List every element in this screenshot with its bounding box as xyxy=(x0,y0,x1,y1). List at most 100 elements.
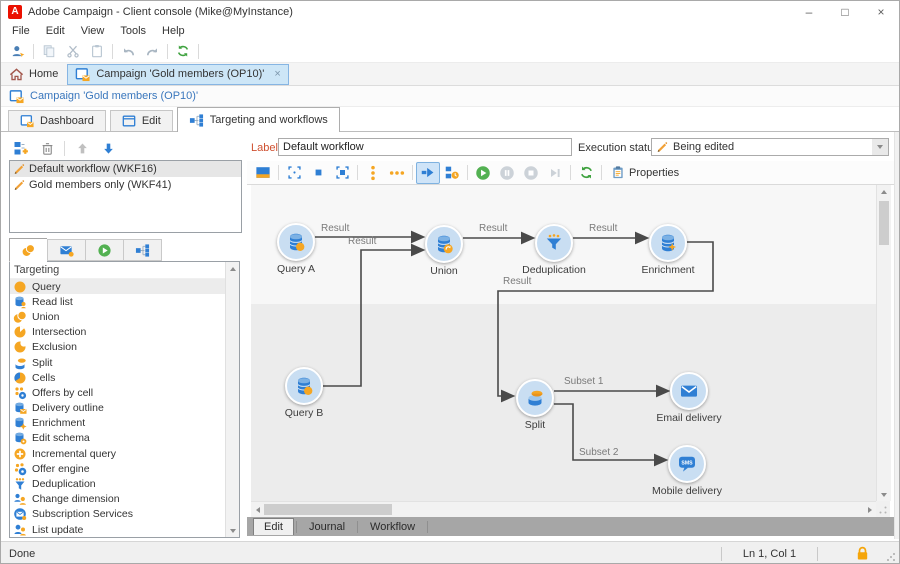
zoom-100-button[interactable] xyxy=(306,162,330,184)
maximize-button[interactable]: □ xyxy=(827,1,863,22)
delete-workflow-button[interactable] xyxy=(35,137,59,159)
palette-item[interactable]: Delivery outline xyxy=(10,401,239,416)
tab-close-icon[interactable]: × xyxy=(274,68,280,80)
schedule-button[interactable] xyxy=(440,162,464,184)
palette-category-header: Targeting xyxy=(10,262,239,279)
workflow-item-label: Default workflow (WKF16) xyxy=(29,163,157,175)
chevron-down-icon[interactable] xyxy=(872,139,888,155)
palette-item[interactable]: List update xyxy=(10,522,239,537)
add-workflow-button[interactable] xyxy=(9,137,33,159)
zoom-fit-button[interactable] xyxy=(282,162,306,184)
node-union[interactable] xyxy=(425,225,463,263)
scroll-left-icon[interactable] xyxy=(251,503,264,516)
workflow-list-item[interactable]: Gold members only (WKF41) xyxy=(10,177,241,193)
tab-targeting-and-workflows[interactable]: Targeting and workflows xyxy=(177,107,340,132)
palette-item[interactable]: Query xyxy=(10,279,239,294)
step-button[interactable] xyxy=(543,162,567,184)
scrollbar-thumb[interactable] xyxy=(879,201,889,245)
toolbar-separator xyxy=(570,165,571,180)
pause-icon xyxy=(499,165,515,181)
canvas-vertical-scrollbar[interactable] xyxy=(876,185,891,501)
node-email-delivery[interactable] xyxy=(670,372,708,410)
redo-button[interactable] xyxy=(140,40,164,62)
zoom-selection-button[interactable] xyxy=(330,162,354,184)
workflow-list-item[interactable]: Default workflow (WKF16) xyxy=(10,161,241,177)
offer-engine-icon xyxy=(13,462,27,476)
palette-item[interactable]: Edit schema xyxy=(10,431,239,446)
scroll-up-icon[interactable] xyxy=(877,185,890,198)
deduplication-icon xyxy=(13,477,27,491)
start-button[interactable] xyxy=(471,162,495,184)
palette-item[interactable]: Exclusion xyxy=(10,340,239,355)
palette-item[interactable]: Offer engine xyxy=(10,461,239,476)
menu-help[interactable]: Help xyxy=(154,24,193,38)
workflow-label-input[interactable] xyxy=(278,138,572,156)
undo-button[interactable] xyxy=(116,40,140,62)
node-mobile-delivery[interactable]: SMS xyxy=(668,445,706,483)
paste-button[interactable] xyxy=(85,40,109,62)
minimize-button[interactable]: – xyxy=(791,1,827,22)
bottom-tab-journal[interactable]: Journal xyxy=(299,520,355,534)
palette-item[interactable]: Incremental query xyxy=(10,446,239,461)
move-up-button[interactable] xyxy=(70,137,94,159)
cut-button[interactable] xyxy=(61,40,85,62)
menu-view[interactable]: View xyxy=(73,24,113,38)
node-split[interactable] xyxy=(516,379,554,417)
home-tab[interactable]: Home xyxy=(6,67,67,82)
palette-tab-execution[interactable] xyxy=(85,239,123,261)
menu-edit[interactable]: Edit xyxy=(38,24,73,38)
close-button[interactable]: × xyxy=(863,1,899,22)
outer-scrollbar-gutter[interactable] xyxy=(894,132,900,539)
display-mode-button[interactable] xyxy=(251,162,275,184)
tab-edit[interactable]: Edit xyxy=(110,110,173,131)
node-query-a[interactable] xyxy=(277,223,315,261)
bottom-tab-edit[interactable]: Edit xyxy=(253,518,294,535)
activity-palette: Targeting Query Read list Union Intersec… xyxy=(9,261,240,538)
menu-tools[interactable]: Tools xyxy=(112,24,154,38)
palette-item[interactable]: Deduplication xyxy=(10,476,239,491)
palette-item[interactable]: Offers by cell xyxy=(10,385,239,400)
canvas-horizontal-scrollbar[interactable] xyxy=(251,501,876,517)
palette-item[interactable]: Split xyxy=(10,355,239,370)
refresh-canvas-button[interactable] xyxy=(574,162,598,184)
palette-tab-flow-control[interactable] xyxy=(123,239,162,261)
palette-item[interactable]: Read list xyxy=(10,294,239,309)
palette-item[interactable]: Enrichment xyxy=(10,416,239,431)
bottom-tab-workflow[interactable]: Workflow xyxy=(360,520,425,534)
breadcrumb-link[interactable]: Campaign 'Gold members (OP10)' xyxy=(30,90,198,102)
node-deduplication[interactable] xyxy=(535,224,573,262)
properties-button[interactable]: Properties xyxy=(605,162,685,184)
horizontal-layout-button[interactable] xyxy=(385,162,409,184)
palette-item[interactable]: Subscription Services xyxy=(10,507,239,522)
scroll-up-icon[interactable] xyxy=(226,262,239,275)
node-enrichment[interactable] xyxy=(649,224,687,262)
palette-item[interactable]: Cells xyxy=(10,370,239,385)
pause-button[interactable] xyxy=(495,162,519,184)
copy-button[interactable] xyxy=(37,40,61,62)
workflow-canvas[interactable]: Result Result Result Result Result Subse… xyxy=(251,185,890,517)
palette-item[interactable]: Union xyxy=(10,309,239,324)
palette-item[interactable]: Change dimension xyxy=(10,492,239,507)
scrollbar-thumb[interactable] xyxy=(264,504,392,515)
scroll-down-icon[interactable] xyxy=(226,524,239,537)
refresh-button[interactable] xyxy=(171,40,195,62)
tab-dashboard[interactable]: Dashboard xyxy=(8,110,106,131)
palette-item[interactable]: Intersection xyxy=(10,325,239,340)
move-down-button[interactable] xyxy=(96,137,120,159)
campaign-document-tab[interactable]: Campaign 'Gold members (OP10)' × xyxy=(67,64,288,85)
vertical-layout-button[interactable] xyxy=(361,162,385,184)
user-connect-button[interactable] xyxy=(6,40,30,62)
palette-tab-targeting[interactable] xyxy=(9,238,47,262)
palette-tab-deliveries[interactable] xyxy=(47,239,85,261)
stop-button[interactable] xyxy=(519,162,543,184)
node-query-b[interactable] xyxy=(285,367,323,405)
scroll-right-icon[interactable] xyxy=(863,503,876,516)
execution-status-select[interactable]: Being edited xyxy=(651,138,889,156)
list-update-icon xyxy=(13,523,27,537)
window-resize-grip-icon[interactable] xyxy=(886,552,896,562)
palette-scrollbar[interactable] xyxy=(225,262,239,537)
scroll-down-icon[interactable] xyxy=(877,488,890,501)
menu-file[interactable]: File xyxy=(4,24,38,38)
properties-label: Properties xyxy=(629,167,679,179)
orientation-toggle-button[interactable] xyxy=(416,162,440,184)
